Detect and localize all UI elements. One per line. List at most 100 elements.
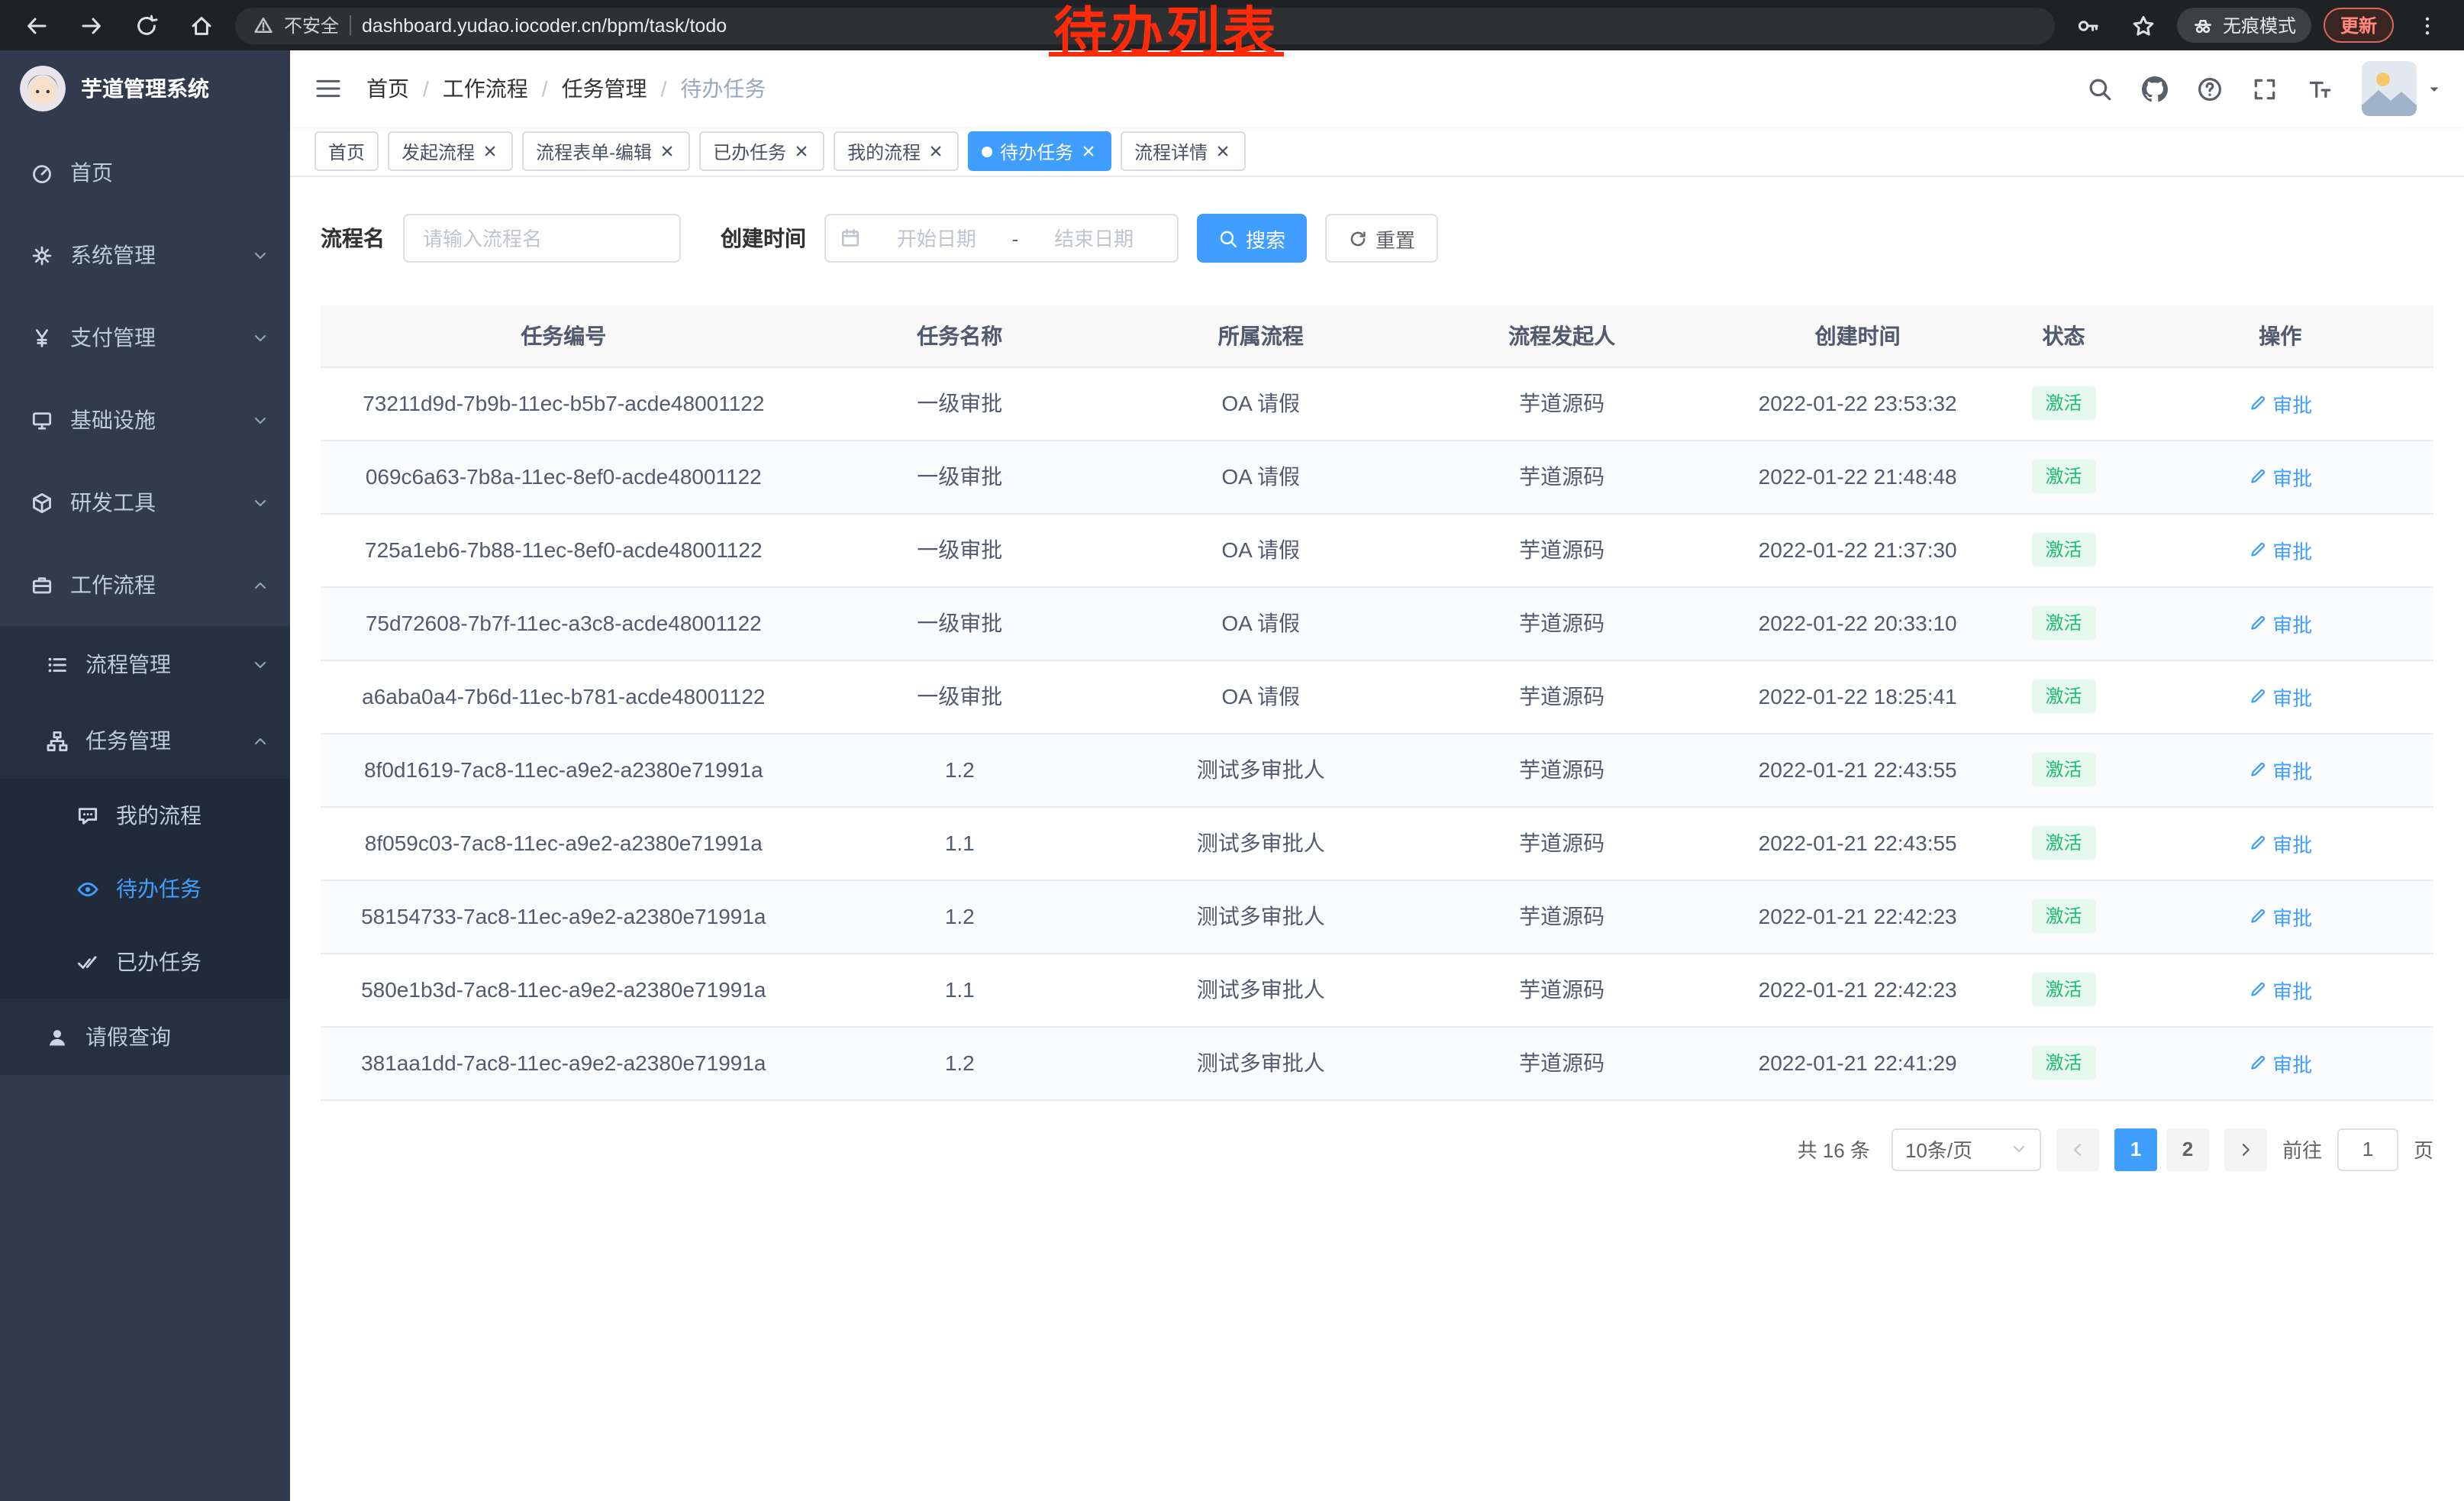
sidebar-item-10[interactable]: 已办任务 [0, 925, 290, 999]
date-range-picker[interactable]: - [824, 214, 1179, 263]
cell-initiator: 芋道源码 [1408, 440, 1714, 513]
approve-link[interactable]: 审批 [2248, 828, 2312, 857]
sidebar-item-0[interactable]: 首页 [0, 131, 290, 214]
status-badge: 激活 [2031, 825, 2095, 860]
approve-link[interactable]: 审批 [2248, 902, 2312, 931]
font-size-icon[interactable] [2307, 76, 2333, 102]
cell-task-id: 725a1eb6-7b88-11ec-8ef0-acde48001122 [321, 513, 807, 586]
update-chip[interactable]: 更新 [2324, 8, 2394, 43]
cell-process: 测试多审批人 [1113, 733, 1409, 806]
close-icon[interactable] [658, 142, 676, 160]
edit-icon [2248, 980, 2266, 999]
breadcrumb-item[interactable]: 首页 [366, 73, 409, 104]
sidebar-item-7[interactable]: 任务管理 [0, 702, 290, 779]
sidebar-item-1[interactable]: 系统管理 [0, 214, 290, 296]
close-icon[interactable] [927, 142, 945, 160]
sidebar-item-11[interactable]: 请假查询 [0, 999, 290, 1075]
user-avatar[interactable] [2362, 61, 2443, 116]
cell-task-name: 1.1 [807, 806, 1113, 880]
help-icon[interactable] [2197, 76, 2223, 102]
cell-initiator: 芋道源码 [1408, 880, 1714, 953]
task-icon [46, 729, 69, 752]
password-key-icon[interactable] [2076, 13, 2101, 37]
tab-4[interactable]: 我的流程 [834, 131, 959, 171]
page-button-2[interactable]: 2 [2166, 1128, 2209, 1170]
approve-link[interactable]: 审批 [2248, 462, 2312, 491]
approve-label: 审批 [2272, 535, 2312, 564]
forward-icon[interactable] [79, 13, 104, 37]
search-button[interactable]: 搜索 [1197, 214, 1307, 263]
table-row: 8f059c03-7ac8-11ec-a9e2-a2380e71991a1.1测… [321, 806, 2433, 880]
sidebar-item-3[interactable]: 基础设施 [0, 379, 290, 461]
close-icon[interactable] [481, 142, 499, 160]
filter-bar: 流程名 创建时间 - 搜索 重置 [321, 214, 2433, 263]
tab-5[interactable]: 待办任务 [968, 131, 1111, 171]
approve-link[interactable]: 审批 [2248, 608, 2312, 638]
next-page-button[interactable] [2224, 1128, 2267, 1170]
close-icon[interactable] [792, 142, 811, 160]
avatar-image [2362, 61, 2417, 116]
cell-action: 审批 [2127, 1026, 2433, 1099]
prev-page-button[interactable] [2056, 1128, 2099, 1170]
sidebar-item-8[interactable]: 我的流程 [0, 779, 290, 852]
close-icon[interactable] [1214, 142, 1232, 160]
sidebar-item-6[interactable]: 流程管理 [0, 626, 290, 702]
home-icon[interactable] [189, 13, 214, 37]
cell-task-name: 1.2 [807, 880, 1113, 953]
status-badge: 激活 [2031, 532, 2095, 567]
sidebar-toggle-icon[interactable] [314, 76, 342, 101]
edit-icon [2248, 541, 2266, 559]
breadcrumb-item[interactable]: 任务管理 [562, 73, 647, 104]
page-size-select[interactable]: 10条/页 [1892, 1128, 2041, 1170]
cell-process: OA 请假 [1113, 660, 1409, 733]
process-name-input[interactable] [403, 214, 681, 263]
reload-icon[interactable] [134, 13, 159, 37]
tab-label: 我的流程 [847, 138, 921, 164]
sidebar-item-label: 流程管理 [85, 649, 171, 679]
sidebar-item-label: 首页 [70, 157, 113, 188]
breadcrumb-item[interactable]: 工作流程 [443, 73, 528, 104]
cell-initiator: 芋道源码 [1408, 586, 1714, 660]
tab-label: 首页 [328, 138, 365, 164]
update-label: 更新 [2340, 12, 2377, 38]
edit-icon [2248, 760, 2266, 779]
page-button-1[interactable]: 1 [2114, 1128, 2157, 1170]
tab-label: 发起流程 [402, 138, 475, 164]
tab-2[interactable]: 流程表单-编辑 [522, 131, 690, 171]
approve-link[interactable]: 审批 [2248, 389, 2312, 418]
sidebar-item-4[interactable]: 研发工具 [0, 461, 290, 544]
approve-label: 审批 [2272, 828, 2312, 857]
tab-1[interactable]: 发起流程 [388, 131, 513, 171]
close-icon[interactable] [1079, 142, 1098, 160]
cell-action: 审批 [2127, 953, 2433, 1026]
url-text: dashboard.yudao.iocoder.cn/bpm/task/todo [362, 15, 727, 36]
sidebar-item-2[interactable]: 支付管理 [0, 296, 290, 379]
github-icon[interactable] [2142, 76, 2168, 102]
tab-0[interactable]: 首页 [314, 131, 379, 171]
back-icon[interactable] [24, 13, 49, 37]
cell-status: 激活 [2000, 880, 2127, 953]
reset-button[interactable]: 重置 [1325, 214, 1438, 263]
cell-task-id: 069c6a63-7b8a-11ec-8ef0-acde48001122 [321, 440, 807, 513]
tab-6[interactable]: 流程详情 [1121, 131, 1246, 171]
fullscreen-icon[interactable] [2252, 76, 2278, 102]
approve-link[interactable]: 审批 [2248, 535, 2312, 564]
approve-link[interactable]: 审批 [2248, 682, 2312, 711]
bookmark-star-icon[interactable] [2131, 13, 2156, 37]
approve-link[interactable]: 审批 [2248, 1048, 2312, 1077]
warning-icon [253, 15, 273, 35]
cell-process: OA 请假 [1113, 513, 1409, 586]
approve-link[interactable]: 审批 [2248, 755, 2312, 784]
start-date-input[interactable] [867, 227, 1006, 250]
goto-page-input[interactable] [2337, 1128, 2398, 1170]
browser-menu-icon[interactable] [2415, 13, 2440, 37]
sidebar-item-5[interactable]: 工作流程 [0, 544, 290, 626]
app-logo[interactable]: 芋道管理系统 [0, 50, 290, 127]
sidebar-item-9[interactable]: 待办任务 [0, 852, 290, 925]
breadcrumb-separator: / [661, 76, 667, 101]
tab-3[interactable]: 已办任务 [699, 131, 824, 171]
end-date-input[interactable] [1024, 227, 1163, 250]
search-icon[interactable] [2087, 76, 2113, 102]
approve-link[interactable]: 审批 [2248, 975, 2312, 1004]
cell-process: 测试多审批人 [1113, 880, 1409, 953]
